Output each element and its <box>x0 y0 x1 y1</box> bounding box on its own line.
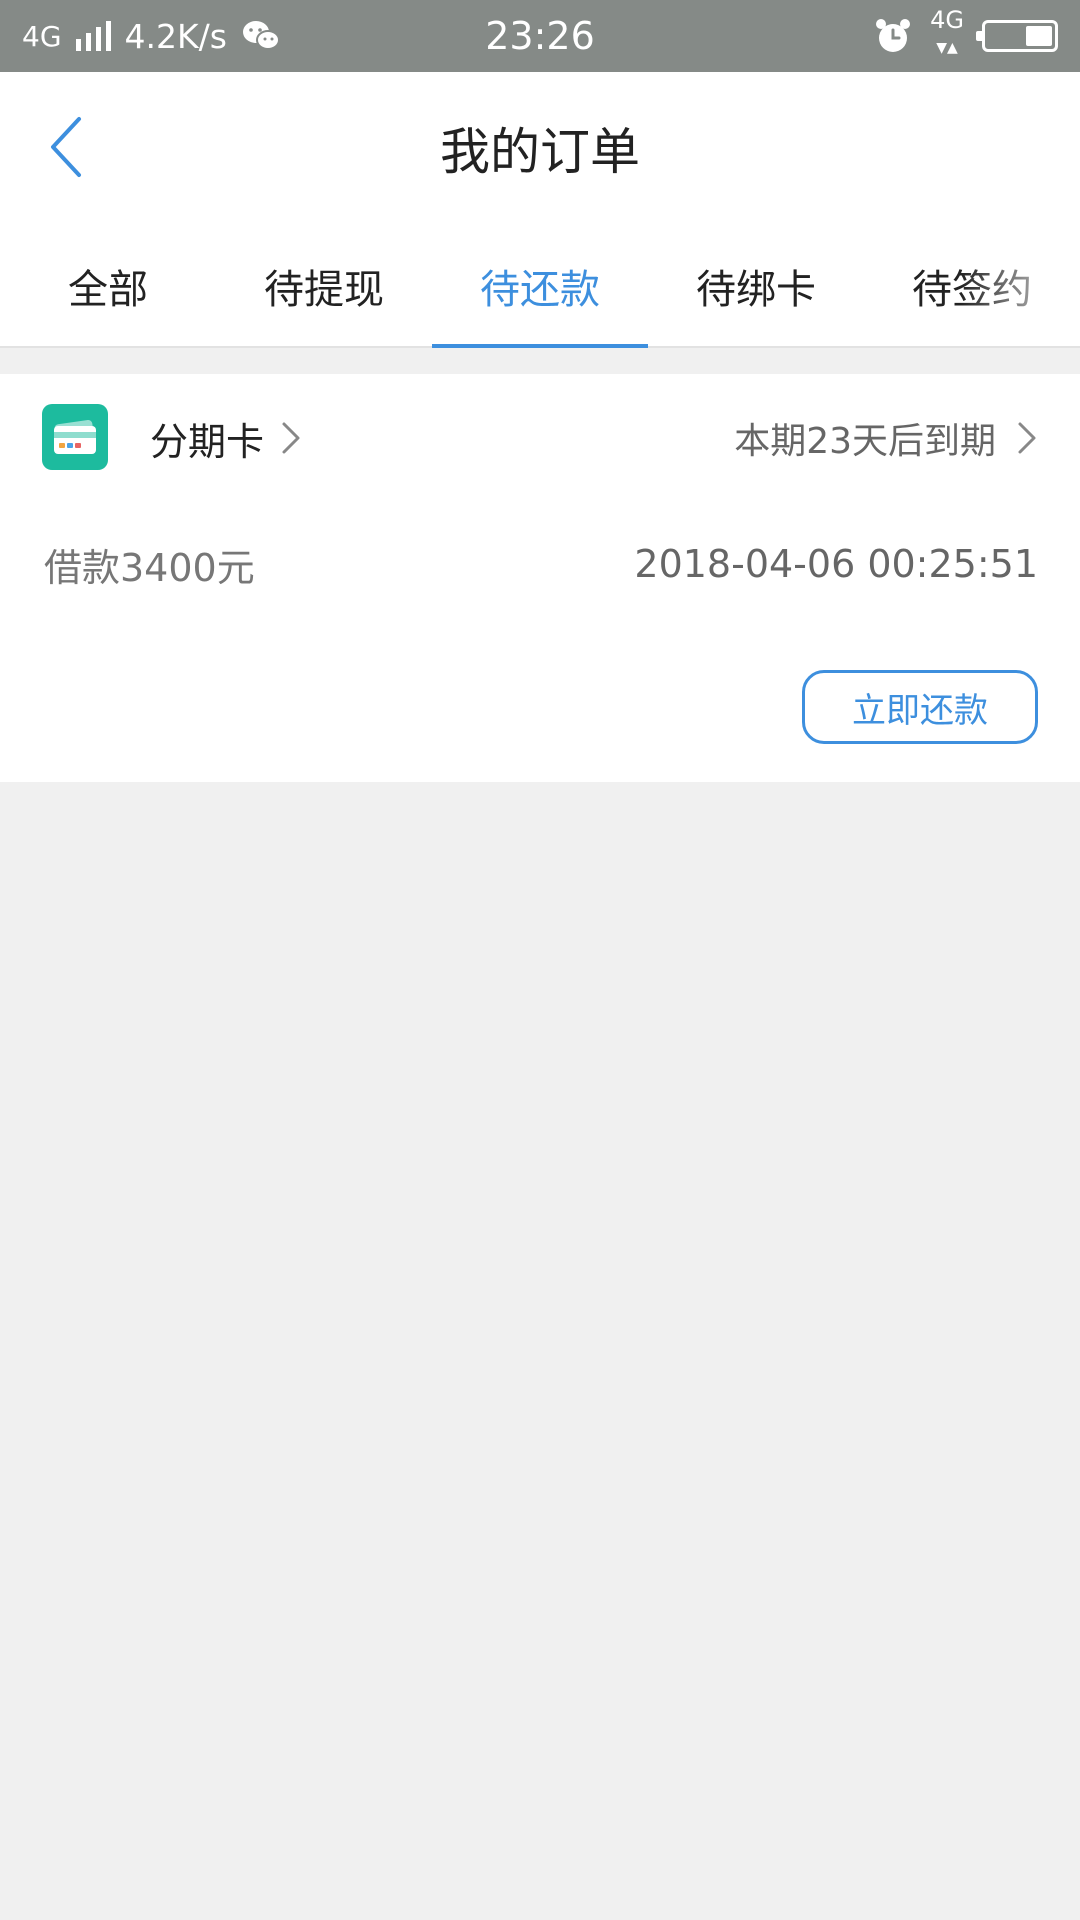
back-arrow-icon <box>51 117 81 177</box>
chevron-right-icon <box>282 422 300 454</box>
product-link[interactable]: 分期卡 <box>150 398 302 478</box>
order-tabs: 全部 待提现 待还款 待绑卡 待签约 <box>0 224 1080 348</box>
tab-pending-card-binding[interactable]: 待绑卡 <box>648 224 864 348</box>
loan-amount: 借款3400元 <box>44 545 255 590</box>
status-right: 4G ▼▲ <box>874 0 1058 72</box>
network-type: 4G <box>22 19 62 53</box>
status-bar: 4G 4.2K/s 23:26 4G ▼▲ <box>0 0 1080 72</box>
back-button[interactable] <box>30 112 100 182</box>
card-icon <box>42 404 108 470</box>
alarm-icon <box>876 19 911 52</box>
order-card[interactable]: 分期卡 本期23天后到期 借款3400元 2018-04-06 00:25:51… <box>0 374 1080 782</box>
tab-pending-withdrawal[interactable]: 待提现 <box>216 224 432 348</box>
wechat-icon <box>242 21 280 50</box>
order-datetime: 2018-04-06 00:25:51 <box>634 542 1038 586</box>
header: 我的订单 <box>0 72 1080 224</box>
network-type-right: 4G ▼▲ <box>930 6 964 56</box>
tab-pending-repayment[interactable]: 待还款 <box>432 224 648 348</box>
tab-pending-signing[interactable]: 待签约 <box>864 224 1080 348</box>
battery-icon <box>976 20 1058 52</box>
network-speed: 4.2K/s <box>124 16 227 56</box>
active-tab-indicator <box>432 344 648 348</box>
chevron-right-icon <box>1018 422 1036 454</box>
due-info-link[interactable]: 本期23天后到期 <box>734 398 1038 478</box>
due-text: 本期23天后到期 <box>734 421 996 462</box>
signal-icon <box>75 21 111 51</box>
status-left: 4G 4.2K/s <box>22 0 281 72</box>
page-title: 我的订单 <box>440 123 640 181</box>
tab-all[interactable]: 全部 <box>0 224 216 348</box>
product-name: 分期卡 <box>150 419 265 464</box>
repay-now-button[interactable]: 立即还款 <box>802 670 1038 744</box>
